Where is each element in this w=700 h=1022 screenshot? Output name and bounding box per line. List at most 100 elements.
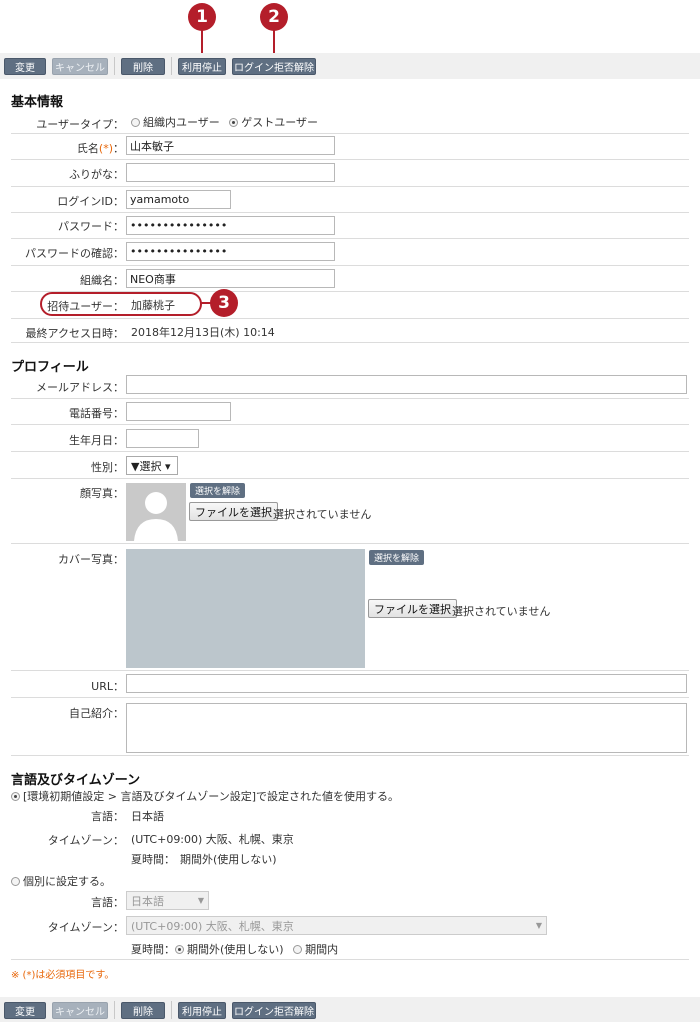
org-label: 組織名： (80, 274, 124, 287)
dst-on-label: 期間内 (305, 943, 339, 956)
toolbar-separator (114, 1001, 115, 1019)
chevron-down-icon: ▼ (197, 896, 204, 905)
inviter-highlight-oval (40, 292, 202, 316)
toolbar-separator (171, 57, 172, 75)
row-last-access: 最終アクセス日時： 2018年12月13日(木) 10:14 (11, 319, 689, 343)
cover-clear-button[interactable]: 選択を解除 (369, 550, 425, 565)
delete-button[interactable]: 削除 (121, 1001, 165, 1019)
photo-preview (126, 483, 186, 541)
timezone-select[interactable]: (UTC+09:00) 大阪、札幌、東京 ▼ (126, 916, 547, 935)
cover-no-file-text: 選択されていません (452, 605, 551, 618)
row-user-type: ユーザータイプ： 組織内ユーザー ゲストユーザー (11, 108, 689, 134)
row-password-confirm: パスワードの確認： ••••••••••••••• (11, 239, 689, 266)
use-default-label: [環境初期値設定 > 言語及びタイムゾーン設定]で設定された値を使用する。 (23, 790, 400, 803)
required-mark: (*) (98, 142, 113, 155)
default-dst-value: 期間外(使用しない) (180, 853, 277, 866)
login-id-input[interactable]: yamamoto (126, 190, 231, 209)
radio-dst-on[interactable] (293, 945, 303, 954)
furigana-label: ふりがな： (69, 168, 124, 181)
login-id-label: ログインID： (57, 195, 124, 208)
last-access-value: 2018年12月13日(木) 10:14 (131, 326, 275, 339)
delete-button[interactable]: 削除 (121, 57, 165, 75)
email-label: メールアドレス： (36, 381, 124, 394)
url-input[interactable] (126, 674, 687, 693)
birthday-input[interactable] (126, 429, 199, 448)
furigana-input[interactable] (126, 163, 335, 182)
name-colon: ： (113, 142, 124, 155)
gender-label: 性別： (91, 461, 124, 474)
chevron-down-icon: ▼ (535, 921, 542, 930)
name-input[interactable]: 山本敏子 (126, 136, 335, 155)
password-confirm-label: パスワードの確認： (25, 247, 124, 260)
default-dst-label: 夏時間： (131, 853, 175, 866)
divider (11, 959, 689, 960)
row-password: パスワード： ••••••••••••••• (11, 213, 689, 239)
individual-dst-options: 期間外(使用しない) 期間内 (175, 941, 338, 957)
suspend-button[interactable]: 利用停止 (178, 1001, 226, 1019)
individual-dst-label: 夏時間： (131, 943, 175, 956)
change-button[interactable]: 変更 (4, 57, 46, 75)
language-select-text: 日本語 (131, 894, 164, 908)
name-label: 氏名(*)： (77, 140, 124, 156)
internal-user-label: 組織内ユーザー (143, 116, 220, 129)
default-language-label: 言語： (91, 810, 124, 823)
photo-clear-button[interactable]: 選択を解除 (190, 483, 246, 498)
toolbar-separator (171, 1001, 172, 1019)
radio-internal-user[interactable] (131, 118, 140, 127)
individual-language-label: 言語： (91, 896, 124, 909)
radio-use-default[interactable] (11, 792, 20, 801)
default-timezone-label: タイムゾーン： (47, 834, 124, 847)
section-locale-title: 言語及びタイムゾーン (11, 773, 141, 788)
change-button[interactable]: 変更 (4, 1001, 46, 1019)
callout-1: 1 (188, 3, 216, 31)
row-url: URL： (11, 671, 689, 698)
toolbar-separator (114, 57, 115, 75)
password-input[interactable]: ••••••••••••••• (126, 216, 335, 235)
locale-default-option: [環境初期値設定 > 言語及びタイムゾーン設定]で設定された値を使用する。 (11, 788, 399, 804)
row-furigana: ふりがな： (11, 160, 689, 187)
timezone-select-text: (UTC+09:00) 大阪、札幌、東京 (131, 919, 294, 933)
url-label: URL： (91, 680, 124, 693)
individual-label: 個別に設定する。 (23, 875, 111, 888)
cover-label: カバー写真： (58, 553, 124, 566)
birthday-label: 生年月日： (69, 434, 124, 447)
default-timezone-value: (UTC+09:00) 大阪、札幌、東京 (131, 833, 294, 846)
user-type-options: 組織内ユーザー ゲストユーザー (131, 114, 318, 130)
intro-label: 自己紹介： (69, 707, 124, 720)
required-note: ※ (*)は必須項目です。 (11, 970, 115, 981)
row-cover: カバー写真： 選択を解除 ファイルを選択 選択されていません (11, 544, 689, 671)
individual-timezone-label: タイムゾーン： (47, 921, 124, 934)
cover-choose-file-button[interactable]: ファイルを選択 (368, 599, 457, 618)
last-access-label: 最終アクセス日時： (25, 327, 124, 340)
gender-select[interactable]: ▼選択 ▾ (126, 456, 178, 475)
row-photo: 顔写真： 選択を解除 ファイルを選択 選択されていません (11, 479, 689, 544)
email-input[interactable] (126, 375, 687, 394)
guest-user-label: ゲストユーザー (241, 116, 319, 129)
row-name: 氏名(*)： 山本敏子 (11, 134, 689, 160)
user-edit-page: 1 2 変更 キャンセル 削除 利用停止 ログイン拒否解除 基本情報 ユーザータ… (0, 0, 700, 1022)
row-birthday: 生年月日： (11, 425, 689, 452)
photo-no-file-text: 選択されていません (273, 508, 372, 521)
unlock-login-button[interactable]: ログイン拒否解除 (232, 57, 316, 75)
intro-textarea[interactable] (126, 703, 687, 753)
cancel-button[interactable]: キャンセル (52, 1001, 108, 1019)
callout-2: 2 (260, 3, 288, 31)
radio-guest-user[interactable] (229, 118, 239, 127)
form-panel: 基本情報 ユーザータイプ： 組織内ユーザー ゲストユーザー 氏名(*)： 山本敏… (5, 86, 695, 992)
phone-input[interactable] (126, 402, 231, 421)
callout-3: 3 (210, 289, 238, 317)
org-input[interactable]: NEO商事 (126, 269, 335, 288)
language-select[interactable]: 日本語 ▼ (126, 891, 209, 910)
password-confirm-input[interactable]: ••••••••••••••• (126, 242, 335, 261)
top-toolbar: 変更 キャンセル 削除 利用停止 ログイン拒否解除 (0, 53, 700, 79)
dst-off-label: 期間外(使用しない) (187, 943, 284, 956)
suspend-button[interactable]: 利用停止 (178, 57, 226, 75)
row-org: 組織名： NEO商事 (11, 266, 689, 292)
unlock-login-button[interactable]: ログイン拒否解除 (232, 1001, 316, 1019)
photo-choose-file-button[interactable]: ファイルを選択 (189, 502, 278, 521)
cancel-button[interactable]: キャンセル (52, 57, 108, 75)
radio-individual[interactable] (11, 877, 20, 886)
name-label-text: 氏名 (76, 142, 99, 155)
photo-label: 顔写真： (80, 487, 124, 500)
radio-dst-off[interactable] (175, 945, 184, 954)
